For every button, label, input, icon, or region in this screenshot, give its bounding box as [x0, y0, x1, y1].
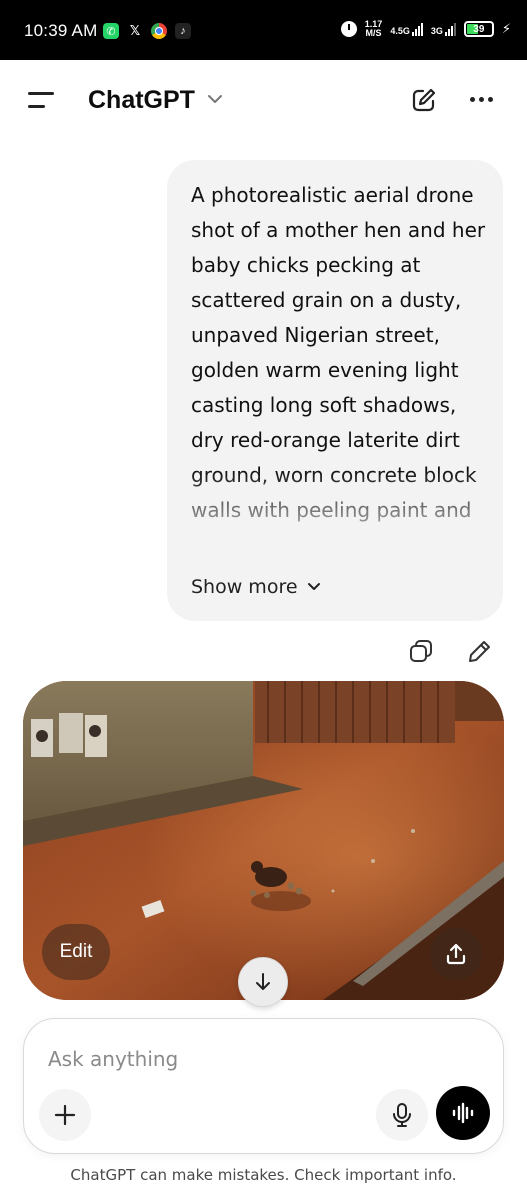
x-icon: 𝕏 — [129, 23, 141, 38]
signal-secondary: 3G — [430, 22, 456, 36]
signal-primary: 4.5G — [390, 22, 423, 36]
message-composer — [23, 1018, 504, 1154]
network-speed-unit: M/S — [365, 28, 382, 38]
network-type-secondary: 3G — [430, 25, 443, 36]
notification-icons: ✆ 𝕏 ♪ — [103, 23, 191, 39]
show-more-button[interactable]: Show more — [191, 576, 322, 598]
arrow-down-icon — [256, 973, 270, 990]
model-selector-title[interactable]: ChatGPT — [88, 86, 195, 115]
system-indicators: 1.17 M/S 4.5G 3G 39 ⚡ — [340, 20, 511, 38]
new-chat-icon[interactable] — [410, 86, 438, 114]
copy-icon[interactable] — [408, 638, 434, 664]
status-time: 10:39 AM — [24, 21, 98, 40]
network-type-primary: 4.5G — [390, 25, 410, 36]
share-icon — [446, 943, 466, 965]
attach-button[interactable] — [39, 1089, 91, 1141]
sidebar-menu-icon[interactable] — [28, 90, 58, 112]
plus-icon — [54, 1104, 76, 1126]
whatsapp-icon: ✆ — [103, 23, 119, 39]
voice-mode-button[interactable] — [436, 1086, 490, 1140]
battery-icon: 39 — [463, 21, 494, 37]
voice-waveform-icon — [452, 1102, 474, 1124]
status-bar: 10:39 AM ✆ 𝕏 ♪ 1.17 M/S 4.5G 3G 39 ⚡ — [0, 0, 527, 60]
text-fade-overlay — [167, 470, 503, 570]
chevron-down-icon — [307, 583, 320, 590]
microphone-icon — [393, 1103, 411, 1127]
tiktok-icon: ♪ — [175, 23, 191, 39]
message-input[interactable] — [48, 1041, 468, 1077]
edit-message-icon[interactable] — [467, 638, 493, 664]
dictation-button[interactable] — [376, 1089, 428, 1141]
user-message-bubble: A photorealistic aerial drone shot of a … — [167, 160, 503, 621]
chrome-icon — [151, 23, 167, 39]
more-options-icon[interactable] — [470, 97, 493, 102]
show-more-label: Show more — [191, 576, 298, 598]
image-edit-button[interactable]: Edit — [42, 924, 110, 980]
battery-level: 39 — [473, 23, 485, 35]
alarm-icon — [340, 21, 357, 37]
network-speed: 1.17 M/S — [365, 20, 383, 38]
scroll-to-bottom-button[interactable] — [238, 957, 288, 1007]
share-image-button[interactable] — [430, 928, 482, 980]
app-header: ChatGPT — [0, 60, 527, 140]
chevron-down-icon[interactable] — [206, 92, 224, 106]
signal-bars-icon — [444, 22, 456, 36]
signal-bars-icon — [411, 22, 423, 36]
charging-icon: ⚡ — [501, 21, 511, 36]
disclaimer-text: ChatGPT can make mistakes. Check importa… — [70, 1166, 457, 1184]
